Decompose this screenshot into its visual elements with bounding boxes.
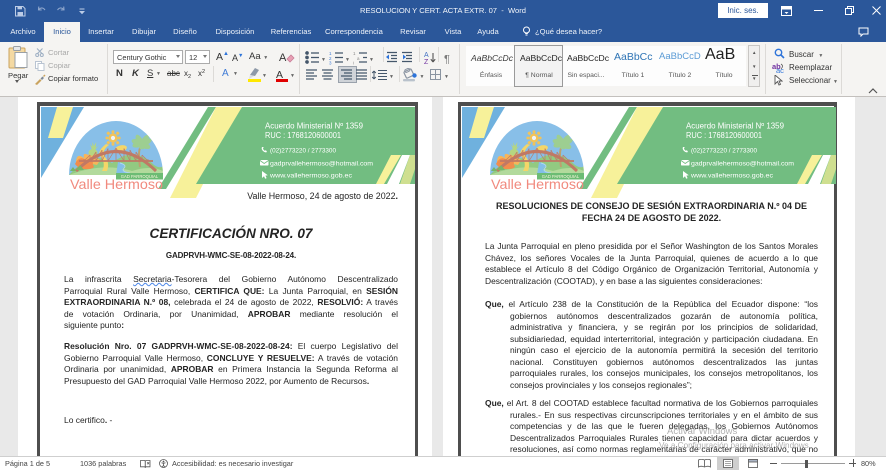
svg-text:▼: ▼ [369, 57, 374, 63]
svg-text:1: 1 [353, 51, 356, 56]
svg-text:i: i [353, 61, 354, 66]
svg-text:▼: ▼ [321, 57, 326, 63]
svg-text:▼: ▼ [444, 74, 449, 80]
svg-text:▼: ▼ [389, 74, 394, 80]
svg-text:A: A [424, 52, 429, 59]
svg-text:3: 3 [329, 61, 332, 66]
svg-text:▼: ▼ [345, 57, 350, 63]
svg-text:▼: ▼ [290, 73, 295, 79]
svg-text:Z: Z [424, 59, 429, 65]
svg-text:A: A [279, 52, 287, 64]
svg-text:▼: ▼ [262, 73, 267, 79]
svg-text:▼: ▼ [420, 74, 425, 80]
svg-text:a: a [357, 56, 360, 61]
svg-text:¶: ¶ [444, 54, 450, 66]
svg-text:ac: ac [776, 66, 784, 73]
